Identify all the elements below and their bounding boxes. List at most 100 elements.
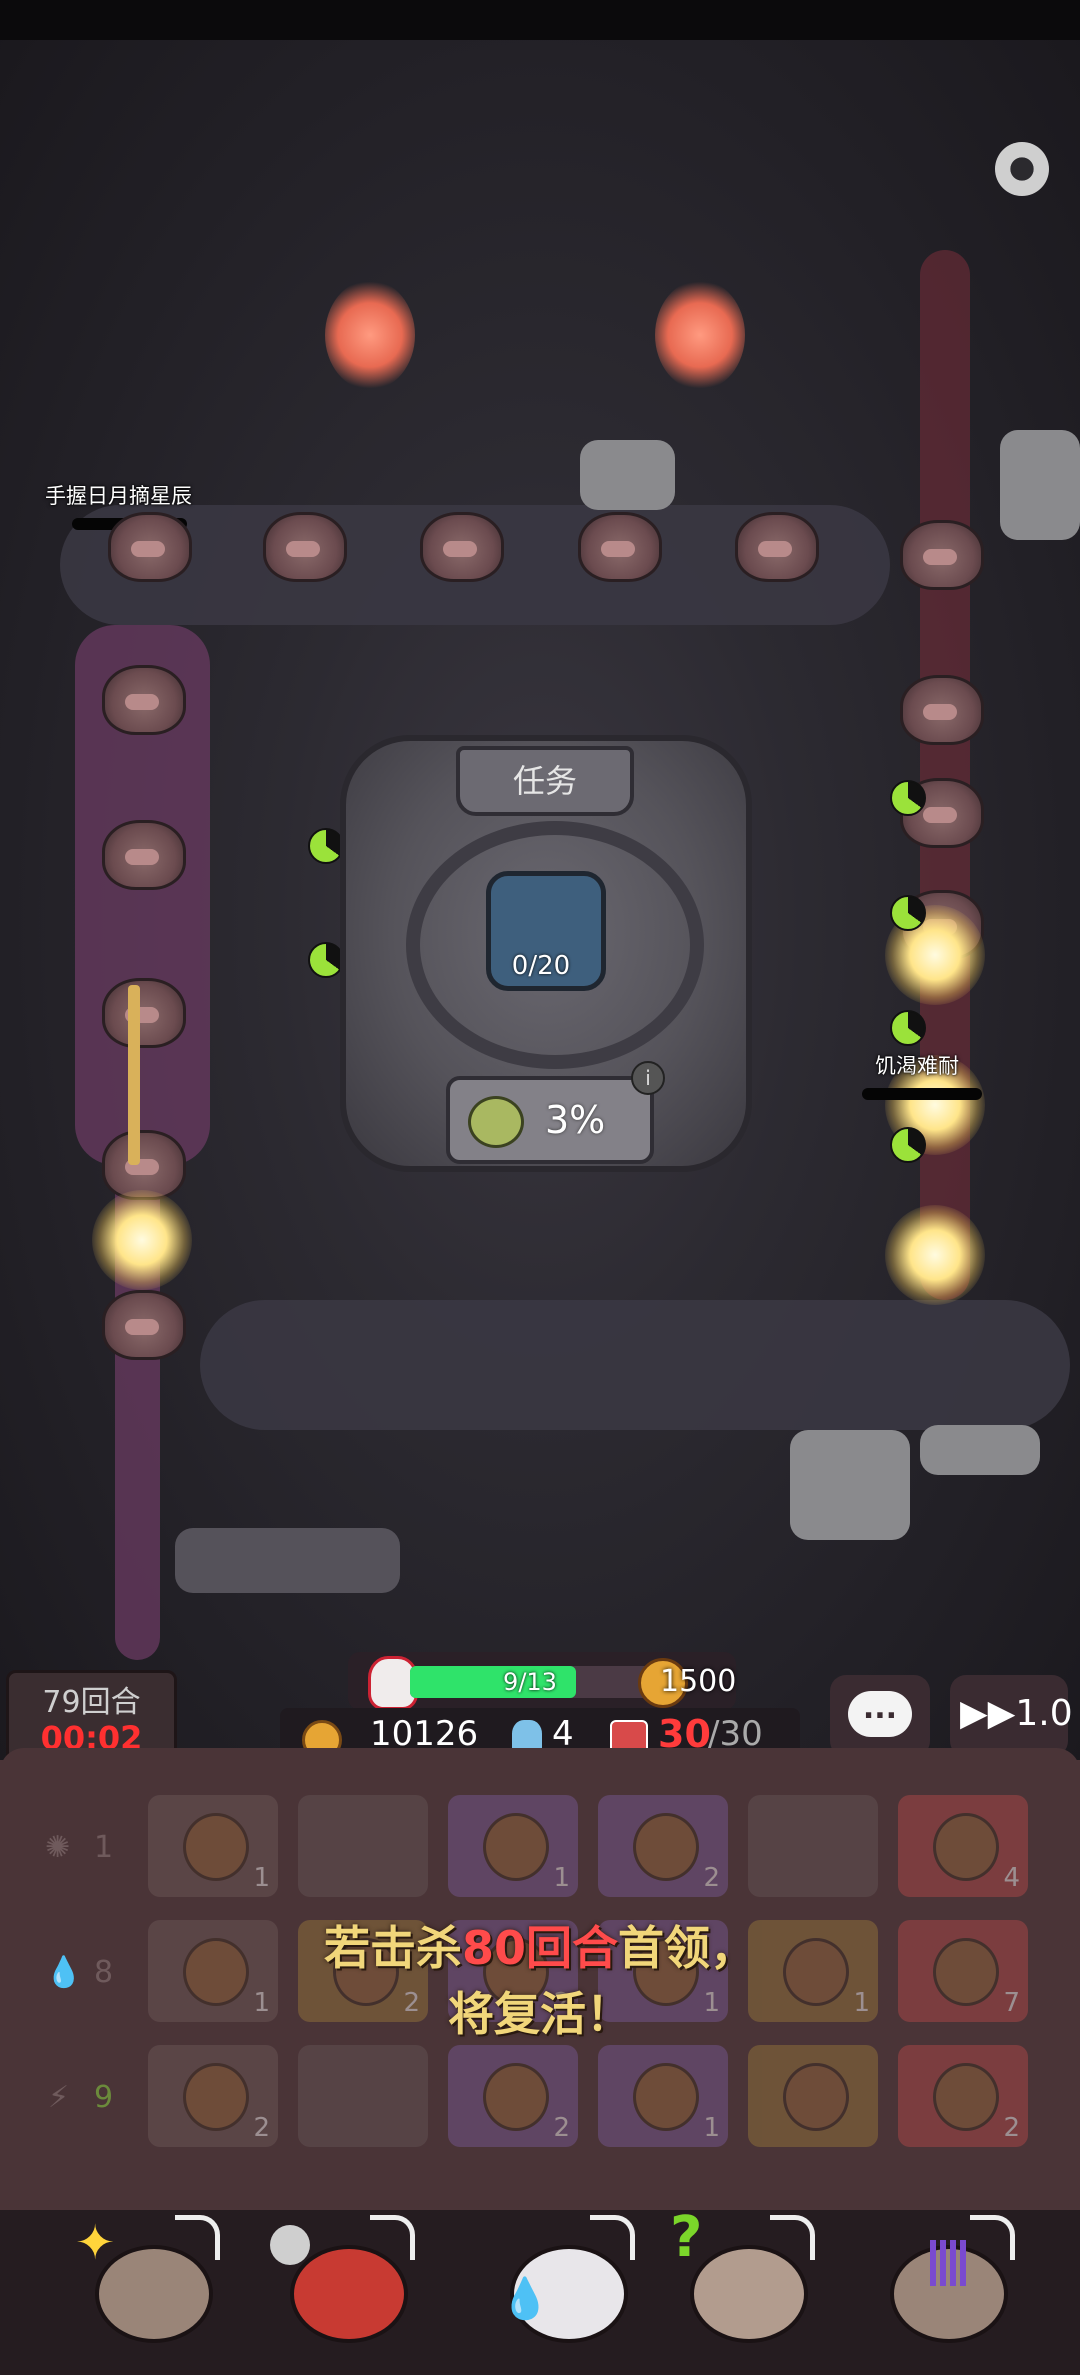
notice-text: 首领，	[618, 1921, 756, 1975]
task-altar[interactable]: 任务 0/20 3% i	[340, 735, 752, 1172]
enemy-creep	[102, 1290, 186, 1360]
antler-icon	[970, 2215, 1015, 2260]
chat-button[interactable]: ...	[830, 1675, 930, 1757]
card-symbol-icon	[633, 2063, 699, 2131]
round-number: 79回合	[42, 1685, 141, 1720]
star-icon: ✦	[75, 2215, 116, 2271]
wave-progress-text: 9/13	[503, 1668, 557, 1696]
card-symbol-icon	[483, 2063, 549, 2131]
card-level: 2	[553, 2113, 570, 2143]
card-symbol-icon	[483, 1813, 549, 1881]
hero-purple-rain[interactable]	[870, 2215, 1020, 2343]
enemy-creep	[420, 512, 504, 582]
rock	[1000, 430, 1080, 540]
hero-cross-star[interactable]: ✦	[75, 2215, 225, 2343]
chat-bubble-icon: ...	[848, 1691, 912, 1737]
card-level: 2	[703, 1863, 720, 1893]
card-slot[interactable]	[748, 1795, 878, 1897]
card-level: 1	[253, 1863, 270, 1893]
paw-timer-icon	[468, 1096, 524, 1148]
rock	[580, 440, 675, 510]
fast-forward-icon: ▶▶	[960, 1693, 1016, 1734]
card-slot[interactable]: 2	[598, 1795, 728, 1897]
player-name-label: 手握日月摘星辰	[45, 484, 192, 508]
cooldown-timer-icon	[308, 828, 344, 864]
row-count: 9	[94, 2080, 114, 2115]
enemy-name-label: 饥渴难耐	[875, 1054, 959, 1078]
antler-icon	[370, 2215, 415, 2260]
torch-flame	[655, 280, 745, 390]
battlefield: 手握日月摘星辰 饥渴难耐 任务 0/20 3% i	[0, 0, 1080, 1760]
card-slot[interactable]: 1	[598, 2045, 728, 2147]
light-orb	[92, 1190, 192, 1290]
task-title[interactable]: 任务	[456, 746, 634, 816]
enemy-creep	[735, 512, 819, 582]
info-icon[interactable]: i	[631, 1061, 665, 1095]
card-symbol-icon	[183, 2063, 249, 2131]
enemy-creep	[263, 512, 347, 582]
revive-notice-line1: 若击杀80回合首领，	[0, 1915, 1080, 1981]
log	[175, 1528, 400, 1593]
enemy-creep	[900, 675, 984, 745]
row-count: 1	[94, 1830, 114, 1865]
boss-reward-amount: 1500	[660, 1664, 737, 1699]
card-slot[interactable]: 2	[148, 2045, 278, 2147]
row-lightning-icon: ⚡	[48, 2080, 70, 2115]
enemy-creep	[102, 978, 186, 1048]
card-level: 4	[1003, 1863, 1020, 1893]
card-symbol-icon	[933, 1813, 999, 1881]
game-speed-value: 1.0	[1015, 1693, 1073, 1734]
hero-red-angry[interactable]	[270, 2215, 420, 2343]
bonus-percent-panel[interactable]: 3%	[446, 1076, 654, 1164]
bonus-percent: 3%	[545, 1098, 606, 1142]
game-speed: ▶▶1.0	[960, 1693, 1073, 1734]
question-mark-icon: ?	[670, 2205, 703, 2270]
cooldown-timer-icon	[890, 780, 926, 816]
enemy-path-bottom	[200, 1300, 1070, 1430]
cooldown-timer-icon	[890, 895, 926, 931]
task-progress: 0/20	[511, 951, 571, 981]
enemy-hp-bar	[862, 1088, 982, 1100]
cooldown-timer-icon	[308, 942, 344, 978]
enemy-creep	[102, 665, 186, 735]
card-symbol-icon	[183, 1813, 249, 1881]
card-slot[interactable]: 2	[898, 2045, 1028, 2147]
rock	[790, 1430, 910, 1540]
wave-progress-panel: 9/13 1500	[348, 1652, 736, 1710]
enemy-creep	[578, 512, 662, 582]
antler-icon	[175, 2215, 220, 2260]
antler-icon	[590, 2215, 635, 2260]
antler-icon	[770, 2215, 815, 2260]
water-drop-icon: 💧	[500, 2276, 550, 2322]
settings-gear-icon[interactable]	[995, 142, 1049, 196]
status-bar	[0, 0, 1080, 40]
revive-notice: 若击杀80回合首领， 将复活！	[0, 1915, 1080, 2047]
card-slot[interactable]	[298, 2045, 428, 2147]
game-speed-button[interactable]: ▶▶1.0	[950, 1675, 1073, 1757]
card-slot[interactable]	[748, 2045, 878, 2147]
torch-flame	[325, 280, 415, 390]
light-orb	[885, 1205, 985, 1305]
hero-question-goggles[interactable]: ?	[670, 2205, 820, 2343]
rock	[920, 1425, 1040, 1475]
card-slot[interactable]: 1	[148, 1795, 278, 1897]
card-slot[interactable]: 1	[448, 1795, 578, 1897]
smoke-icon	[270, 2225, 310, 2265]
enemy-creep	[108, 512, 192, 582]
row-gear-icon: ✺	[45, 1830, 71, 1865]
card-slot[interactable]	[298, 1795, 428, 1897]
card-symbol-icon	[933, 2063, 999, 2131]
cooldown-timer-icon	[890, 1010, 926, 1046]
card-level: 2	[1003, 2113, 1020, 2143]
card-symbol-icon	[783, 2063, 849, 2131]
card-symbol-icon	[633, 1813, 699, 1881]
hero-ice-crystal[interactable]: 💧	[490, 2215, 640, 2343]
card-slot[interactable]: 2	[448, 2045, 578, 2147]
enemy-creep	[900, 520, 984, 590]
card-slot[interactable]: 4	[898, 1795, 1028, 1897]
enemy-creep	[102, 820, 186, 890]
cooldown-timer-icon	[890, 1127, 926, 1163]
notice-highlight: 80回合	[461, 1921, 618, 1975]
purple-rain-icon	[930, 2240, 970, 2286]
card-level: 1	[703, 2113, 720, 2143]
